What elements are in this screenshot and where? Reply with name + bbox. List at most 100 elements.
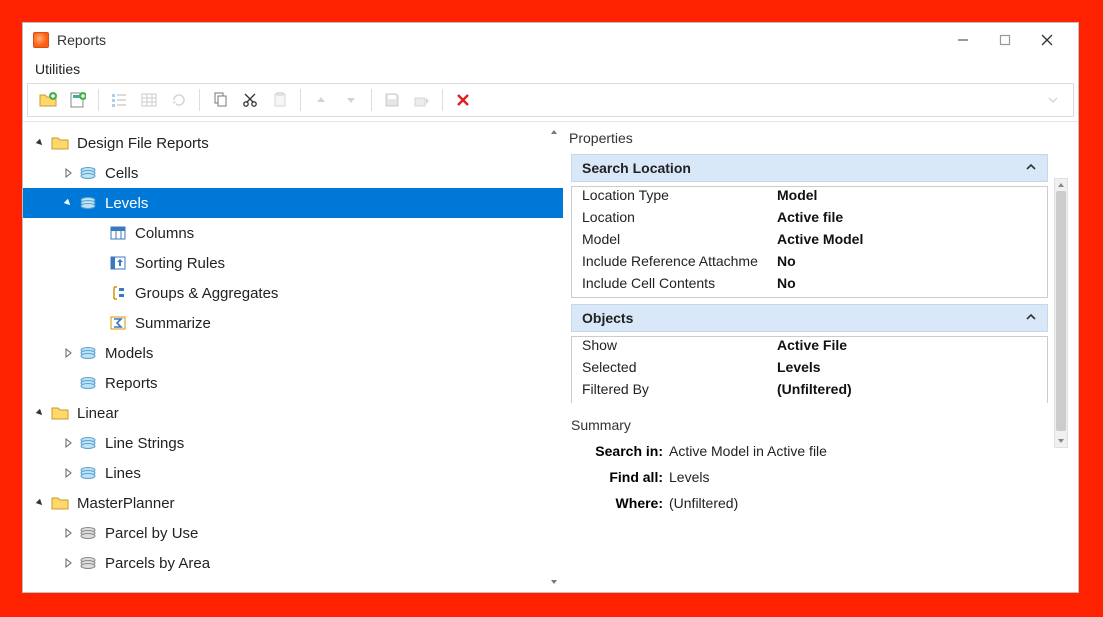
- stack-icon: [79, 375, 97, 391]
- tree-node-sorting-rules[interactable]: Sorting Rules: [23, 248, 563, 278]
- scroll-up-arrow[interactable]: [547, 126, 561, 140]
- tree-node-summarize[interactable]: Summarize: [23, 308, 563, 338]
- content: Design File Reports Cells Levels Columns: [23, 121, 1078, 592]
- property-row[interactable]: Include Reference AttachmeNo: [572, 253, 1047, 275]
- export-button[interactable]: [408, 87, 436, 113]
- grid-button[interactable]: [135, 87, 163, 113]
- section-header-objects[interactable]: Objects: [571, 304, 1048, 332]
- down-button[interactable]: [337, 87, 365, 113]
- maximize-button[interactable]: [984, 29, 1026, 51]
- tree-label: MasterPlanner: [77, 495, 175, 512]
- columns-icon: [109, 225, 127, 241]
- menubar: Utilities: [23, 57, 1078, 83]
- tree-label: Lines: [105, 465, 141, 482]
- property-row[interactable]: Location TypeModel: [572, 187, 1047, 209]
- property-row[interactable]: Include Cell ContentsNo: [572, 275, 1047, 297]
- stack-icon: [79, 345, 97, 361]
- property-value: Active file: [777, 209, 843, 231]
- tree-node-line-strings[interactable]: Line Strings: [23, 428, 563, 458]
- property-key: Filtered By: [582, 381, 777, 403]
- expand-collapse-icon[interactable]: [61, 436, 75, 450]
- section-header-search-location[interactable]: Search Location: [571, 154, 1048, 182]
- expand-collapse-icon[interactable]: [33, 406, 47, 420]
- scroll-down-arrow[interactable]: [547, 574, 561, 588]
- list-button[interactable]: [105, 87, 133, 113]
- summary-key: Where:: [569, 495, 669, 511]
- close-button[interactable]: [1026, 29, 1068, 51]
- separator: [371, 89, 372, 111]
- summary-row: Search in:Active Model in Active file: [569, 443, 1068, 459]
- tree-node-reports[interactable]: Reports: [23, 368, 563, 398]
- property-row[interactable]: ShowActive File: [572, 337, 1047, 359]
- tree-label: Columns: [135, 225, 194, 242]
- save-button[interactable]: [378, 87, 406, 113]
- folder-icon: [51, 495, 69, 511]
- scroll-down-icon[interactable]: [1055, 433, 1067, 447]
- summary-value: (Unfiltered): [669, 495, 738, 511]
- tree-node-columns[interactable]: Columns: [23, 218, 563, 248]
- tree-node-parcel-by-use[interactable]: Parcel by Use: [23, 518, 563, 548]
- tree-node-design-file-reports[interactable]: Design File Reports: [23, 128, 563, 158]
- expand-collapse-icon[interactable]: [61, 346, 75, 360]
- tree-node-linear[interactable]: Linear: [23, 398, 563, 428]
- copy-button[interactable]: [206, 87, 234, 113]
- tree-node-levels[interactable]: Levels: [23, 188, 563, 218]
- tree-node-models[interactable]: Models: [23, 338, 563, 368]
- tree-label: Parcels by Area: [105, 555, 210, 572]
- expand-collapse-icon[interactable]: [33, 496, 47, 510]
- tree-label: Cells: [105, 165, 138, 182]
- property-value: (Unfiltered): [777, 381, 852, 403]
- paste-button[interactable]: [266, 87, 294, 113]
- tree-label: Levels: [105, 195, 148, 212]
- property-key: Show: [582, 337, 777, 359]
- scrollbar-thumb[interactable]: [1056, 191, 1066, 431]
- property-row[interactable]: LocationActive file: [572, 209, 1047, 231]
- refresh-button[interactable]: [165, 87, 193, 113]
- delete-button[interactable]: [449, 87, 477, 113]
- property-key: Location: [582, 209, 777, 231]
- toolbar: [27, 83, 1074, 117]
- expand-collapse-icon[interactable]: [61, 466, 75, 480]
- tree-label: Linear: [77, 405, 119, 422]
- property-row[interactable]: ModelActive Model: [572, 231, 1047, 253]
- tree-node-cells[interactable]: Cells: [23, 158, 563, 188]
- toolbar-overflow-button[interactable]: [1039, 87, 1067, 113]
- tree-label: Summarize: [135, 315, 211, 332]
- property-key: Location Type: [582, 187, 777, 209]
- property-value: No: [777, 253, 796, 275]
- property-row[interactable]: SelectedLevels: [572, 359, 1047, 381]
- property-value: Levels: [777, 359, 821, 381]
- tree-label: Models: [105, 345, 153, 362]
- properties-title: Properties: [567, 130, 1068, 146]
- expand-collapse-icon[interactable]: [33, 136, 47, 150]
- minimize-button[interactable]: [942, 29, 984, 51]
- summary-key: Search in:: [569, 443, 669, 459]
- summary-key: Find all:: [569, 469, 669, 485]
- tree-label: Line Strings: [105, 435, 184, 452]
- expand-collapse-icon[interactable]: [61, 196, 75, 210]
- separator: [98, 89, 99, 111]
- expand-collapse-icon[interactable]: [61, 166, 75, 180]
- stack-icon: [79, 165, 97, 181]
- tree-label: Groups & Aggregates: [135, 285, 278, 302]
- properties-scrollbar[interactable]: [1054, 178, 1068, 448]
- property-key: Model: [582, 231, 777, 253]
- new-report-button[interactable]: [64, 87, 92, 113]
- menu-utilities[interactable]: Utilities: [35, 61, 80, 77]
- expand-collapse-icon[interactable]: [61, 526, 75, 540]
- summary-row: Where:(Unfiltered): [569, 495, 1068, 511]
- tree-node-parcels-by-area[interactable]: Parcels by Area: [23, 548, 563, 578]
- stack-icon: [79, 465, 97, 481]
- tree-node-masterplanner[interactable]: MasterPlanner: [23, 488, 563, 518]
- tree-node-groups-aggregates[interactable]: Groups & Aggregates: [23, 278, 563, 308]
- cut-button[interactable]: [236, 87, 264, 113]
- sort-icon: [109, 255, 127, 271]
- tree-node-lines[interactable]: Lines: [23, 458, 563, 488]
- stack-gray-icon: [79, 525, 97, 541]
- app-icon: [33, 32, 49, 48]
- expand-collapse-icon[interactable]: [61, 556, 75, 570]
- property-row[interactable]: Filtered By(Unfiltered): [572, 381, 1047, 403]
- groups-icon: [109, 285, 127, 301]
- up-button[interactable]: [307, 87, 335, 113]
- new-folder-button[interactable]: [34, 87, 62, 113]
